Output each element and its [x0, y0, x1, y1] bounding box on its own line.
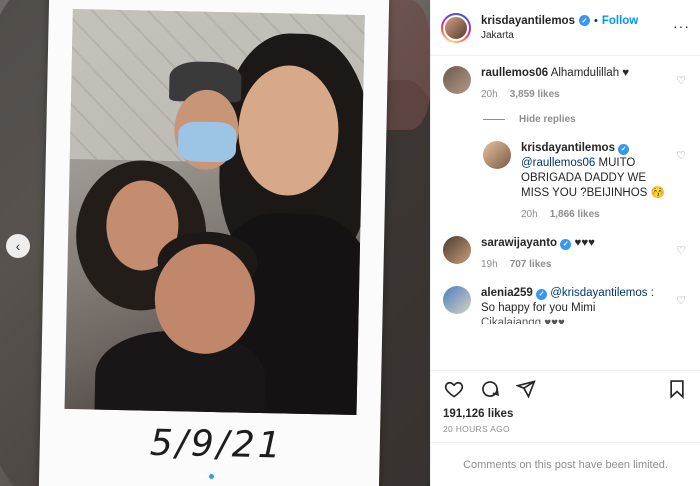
comment-like-heart-icon[interactable]: ♡ — [676, 149, 686, 162]
comment-text: ♥♥♥ — [574, 237, 595, 249]
comment-likes[interactable]: 1,866 likes — [550, 207, 600, 222]
comment-username[interactable]: alenia259 — [481, 287, 533, 299]
carousel-indicator — [200, 474, 223, 479]
heart-icon — [444, 381, 464, 397]
comment-text: Alhamdulillah ♥ — [550, 67, 630, 79]
comments-list: raullemos06 Alhamdulillah ♥ 20h 3,859 li… — [431, 56, 700, 370]
comment-item: raullemos06 Alhamdulillah ♥ 20h 3,859 li… — [443, 66, 688, 102]
comment-username[interactable]: sarawijayanto — [481, 237, 557, 249]
carousel-dot-active — [209, 474, 214, 479]
comment-time[interactable]: 19h — [481, 257, 498, 272]
comment-button[interactable] — [479, 378, 501, 400]
comment-overflow-text: Cikalaiangg ♥♥♥ — [481, 317, 565, 324]
comment-username[interactable]: krisdayantilemos — [521, 142, 615, 154]
carousel-dot — [200, 474, 205, 479]
previous-image-button[interactable]: ‹ — [6, 234, 30, 258]
chevron-left-icon: ‹ — [15, 238, 21, 254]
post-timestamp[interactable]: 20 HOURS AGO — [431, 420, 700, 442]
family-selfie — [64, 8, 365, 416]
comment-time[interactable]: 20h — [481, 87, 498, 102]
comment-item: alenia259 ✓ @krisdayantilemos : So happy… — [443, 286, 688, 324]
comment-item: sarawijayanto ✓ ♥♥♥ 19h 707 likes ♡ — [443, 236, 688, 272]
author-avatar[interactable] — [441, 12, 471, 43]
comment-like-heart-icon[interactable]: ♡ — [676, 74, 686, 87]
post-photo[interactable]: 5/9/21 ‹ — [0, 0, 430, 486]
more-options-icon[interactable]: ··· — [673, 18, 690, 34]
share-icon — [516, 379, 536, 398]
comment-likes[interactable]: 707 likes — [510, 257, 552, 272]
comment-likes[interactable]: 3,859 likes — [510, 87, 560, 102]
author-username[interactable]: krisdayantilemos — [481, 15, 575, 27]
comment-time[interactable]: 20h — [521, 207, 538, 222]
verified-badge-icon: ✓ — [536, 289, 547, 300]
action-bar — [431, 370, 700, 406]
commenter-avatar[interactable] — [443, 286, 471, 314]
comment-like-heart-icon[interactable]: ♡ — [676, 294, 686, 307]
comment-icon — [482, 380, 499, 397]
save-button[interactable] — [666, 378, 688, 400]
comment-like-heart-icon[interactable]: ♡ — [676, 244, 686, 257]
hide-replies-button[interactable]: Hide replies — [483, 114, 688, 125]
verified-badge-icon: ✓ — [578, 15, 590, 26]
bookmark-icon — [670, 379, 684, 399]
polaroid-frame: 5/9/21 — [38, 0, 390, 486]
post-sidebar: krisdayantilemos ✓ • Follow Jakarta ··· … — [430, 0, 700, 486]
comment-username[interactable]: raullemos06 — [481, 67, 548, 79]
commenter-avatar[interactable] — [443, 236, 471, 264]
separator: • — [593, 14, 598, 27]
mention-link[interactable]: @krisdayantilemos — [550, 287, 647, 299]
instagram-post-view: 5/9/21 ‹ krisdayantilemos ✓ • Follow Jak… — [0, 0, 700, 486]
like-button[interactable] — [443, 378, 465, 400]
commenter-avatar[interactable] — [483, 141, 511, 169]
handwritten-date: 5/9/21 — [149, 422, 285, 467]
verified-badge-icon: ✓ — [560, 239, 572, 250]
mention-link[interactable]: @raullemos06 — [521, 157, 595, 169]
reply-item: krisdayantilemos ✓ @raullemos06 MUITO OB… — [483, 141, 688, 222]
commenter-avatar[interactable] — [443, 66, 471, 94]
share-button[interactable] — [515, 378, 537, 400]
likes-count[interactable]: 191,126 likes — [431, 408, 700, 420]
carousel-dot — [218, 474, 223, 479]
verified-badge-icon: ✓ — [618, 144, 630, 155]
post-header: krisdayantilemos ✓ • Follow Jakarta ··· — [431, 0, 700, 56]
follow-button[interactable]: Follow — [602, 15, 638, 27]
location-link[interactable]: Jakarta — [481, 30, 638, 41]
comments-limited-notice: Comments on this post have been limited. — [431, 442, 700, 486]
